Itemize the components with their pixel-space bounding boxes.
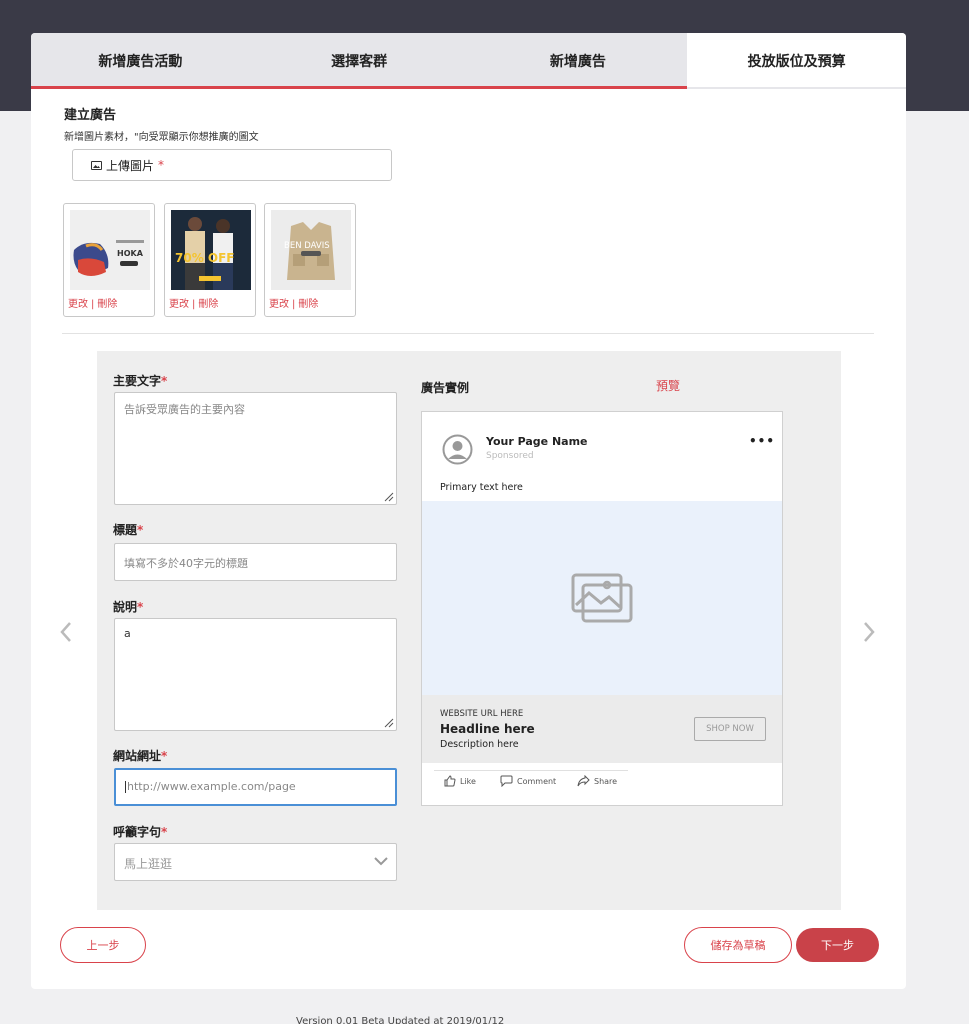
comment-action[interactable]: Comment bbox=[500, 775, 556, 787]
social-divider bbox=[434, 770, 628, 771]
like-label: Like bbox=[460, 776, 476, 786]
share-label: Share bbox=[594, 776, 618, 786]
website-url-input[interactable]: http://www.example.com/page bbox=[114, 768, 397, 806]
tab-placement-budget[interactable]: 投放版位及預算 bbox=[687, 33, 906, 89]
thumbnail-actions: 更改 | 刪除 bbox=[68, 299, 118, 310]
cta-label: 呼籲字句* bbox=[113, 825, 168, 839]
image-icon bbox=[91, 160, 102, 170]
description-value: a bbox=[124, 627, 131, 640]
website-url-placeholder: http://www.example.com/page bbox=[127, 780, 296, 793]
primary-text-textarea[interactable]: 告訴受眾廣告的主要內容 bbox=[114, 392, 397, 505]
comment-label: Comment bbox=[517, 776, 557, 786]
wizard-card: 新增廣告活動 選擇客群 新增廣告 投放版位及預算 建立廣告 新增圖片素材，"向受… bbox=[31, 33, 906, 989]
delete-image-link[interactable]: 刪除 bbox=[198, 299, 218, 310]
version-footer: Version 0.01 Beta Updated at 2019/01/12 bbox=[296, 1016, 505, 1024]
section-divider bbox=[62, 333, 874, 334]
headline-label: 標題* bbox=[113, 523, 144, 537]
preview-primary-text: Primary text here bbox=[440, 482, 523, 493]
preview-description: Description here bbox=[440, 739, 519, 750]
text-cursor bbox=[125, 781, 126, 793]
headline-placeholder: 填寫不多於40字元的標題 bbox=[124, 557, 248, 570]
resize-handle-icon[interactable] bbox=[384, 718, 394, 728]
website-url-label: 網站網址* bbox=[113, 749, 168, 763]
primary-text-placeholder: 告訴受眾廣告的主要內容 bbox=[124, 403, 245, 416]
thumbnail-actions: 更改 | 刪除 bbox=[169, 299, 219, 310]
description-label: 說明* bbox=[113, 600, 144, 614]
comment-icon bbox=[500, 775, 513, 787]
chevron-left-icon bbox=[60, 622, 71, 642]
thumbs-up-icon bbox=[444, 775, 456, 787]
section-title: 建立廣告 bbox=[64, 108, 117, 123]
shop-now-button[interactable]: SHOP NOW bbox=[694, 717, 766, 741]
resize-handle-icon[interactable] bbox=[384, 492, 394, 502]
cta-selected-value: 馬上逛逛 bbox=[124, 857, 173, 871]
thumbnail-image-sale: 70% OFF bbox=[171, 210, 251, 290]
image-thumbnail-1: HOKA 更改 | 刪除 bbox=[63, 203, 155, 317]
prev-step-button[interactable]: 上一步 bbox=[60, 927, 146, 963]
primary-text-label: 主要文字* bbox=[113, 374, 168, 388]
like-action[interactable]: Like bbox=[444, 775, 476, 787]
image-thumbnail-3: BEN DAVIS 更改 | 刪除 bbox=[264, 203, 356, 317]
thumbnail-image-vest: BEN DAVIS bbox=[271, 210, 351, 290]
carousel-prev-arrow[interactable] bbox=[59, 621, 73, 647]
ad-editor-panel: 主要文字* 告訴受眾廣告的主要內容 標題* 填寫不多於40字元的標題 說明* a… bbox=[97, 351, 841, 910]
chevron-right-icon bbox=[864, 622, 875, 642]
ad-preview-title: 廣告實例 bbox=[421, 381, 470, 395]
thumbnail-image-text: 70% OFF bbox=[175, 251, 235, 265]
tab-new-campaign[interactable]: 新增廣告活動 bbox=[31, 33, 250, 89]
cta-select[interactable]: 馬上逛逛 bbox=[114, 843, 397, 881]
avatar-icon bbox=[442, 434, 473, 465]
headline-input[interactable]: 填寫不多於40字元的標題 bbox=[114, 543, 397, 581]
next-step-button[interactable]: 下一步 bbox=[796, 928, 879, 962]
more-options-icon[interactable]: ••• bbox=[749, 434, 775, 448]
description-textarea[interactable]: a bbox=[114, 618, 397, 731]
upload-image-label: 上傳圖片 bbox=[106, 158, 155, 173]
required-mark: * bbox=[158, 158, 165, 172]
preview-headline: Headline here bbox=[440, 722, 535, 736]
save-draft-button[interactable]: 儲存為草稿 bbox=[684, 927, 792, 963]
carousel-next-arrow[interactable] bbox=[862, 621, 876, 647]
upload-image-button[interactable]: 上傳圖片 * bbox=[72, 149, 392, 181]
thumbnail-image-text: HOKA bbox=[117, 249, 144, 258]
thumbnail-actions: 更改 | 刪除 bbox=[269, 299, 319, 310]
page-name: Your Page Name bbox=[486, 435, 588, 448]
edit-image-link[interactable]: 更改 bbox=[269, 299, 289, 310]
edit-image-link[interactable]: 更改 bbox=[68, 299, 88, 310]
step-tabs: 新增廣告活動 選擇客群 新增廣告 投放版位及預算 bbox=[31, 33, 906, 89]
share-icon bbox=[577, 775, 590, 787]
edit-image-link[interactable]: 更改 bbox=[169, 299, 189, 310]
chevron-down-icon bbox=[374, 857, 388, 866]
tab-new-ad[interactable]: 新增廣告 bbox=[468, 33, 688, 89]
preview-link[interactable]: 預覽 bbox=[656, 377, 680, 394]
tab-select-audience[interactable]: 選擇客群 bbox=[249, 33, 469, 89]
delete-image-link[interactable]: 刪除 bbox=[97, 299, 117, 310]
preview-url: WEBSITE URL HERE bbox=[440, 709, 524, 719]
share-action[interactable]: Share bbox=[577, 775, 617, 787]
image-placeholder-icon bbox=[571, 573, 633, 623]
tab-progress-track bbox=[687, 87, 906, 89]
delete-image-link[interactable]: 刪除 bbox=[298, 299, 318, 310]
ad-preview-card: Your Page Name Sponsored ••• Primary tex… bbox=[421, 411, 783, 806]
section-subtitle: 新增圖片素材，"向受眾顯示你想推廣的圖文 bbox=[64, 132, 259, 143]
sponsored-label: Sponsored bbox=[486, 451, 534, 461]
preview-link-footer: WEBSITE URL HERE Headline here Descripti… bbox=[422, 695, 782, 763]
image-thumbnail-2: 70% OFF 更改 | 刪除 bbox=[164, 203, 256, 317]
preview-media-placeholder bbox=[422, 501, 782, 695]
thumbnail-image-text: BEN DAVIS bbox=[284, 241, 330, 251]
tab-progress-indicator bbox=[31, 86, 687, 89]
thumbnail-image-hoka: HOKA bbox=[70, 210, 150, 290]
